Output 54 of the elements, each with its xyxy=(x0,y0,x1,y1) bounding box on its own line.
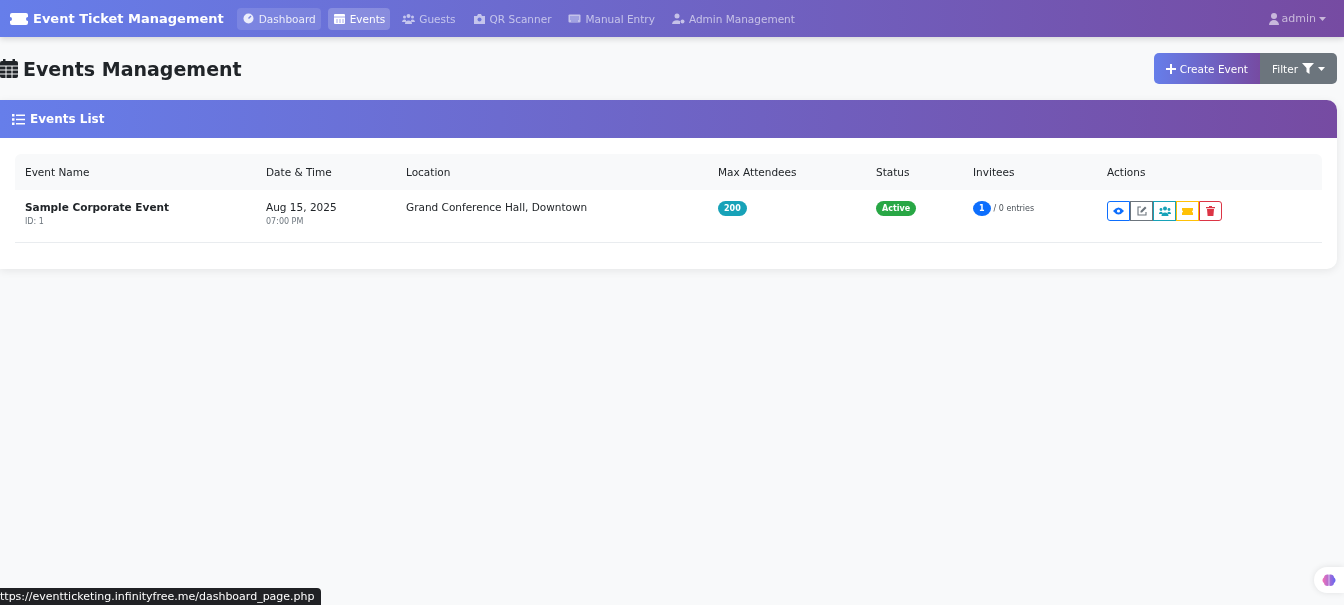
event-name: Sample Corporate Event xyxy=(25,201,170,213)
user-gear-icon xyxy=(671,13,685,24)
user-icon xyxy=(1268,12,1279,25)
event-location: Grand Conference Hall, Downtown xyxy=(406,201,588,213)
brain-icon xyxy=(1322,573,1336,587)
nav-link[interactable]: Guests xyxy=(397,7,461,30)
filter-icon xyxy=(1302,63,1314,74)
event-date: Aug 15, 2025 xyxy=(266,201,338,213)
invitee-count-badge: 1 xyxy=(973,201,991,216)
column-header: Actions xyxy=(1106,166,1147,178)
delete-button[interactable] xyxy=(1199,201,1222,221)
column-header: Invitees xyxy=(972,166,1016,178)
users-icon xyxy=(402,13,416,24)
camera-icon xyxy=(472,13,486,24)
event-time: 07:00 PM xyxy=(266,217,305,226)
column-header: Date & Time xyxy=(265,166,333,178)
edit-button[interactable] xyxy=(1130,201,1153,221)
calendar-icon xyxy=(332,13,346,24)
entries-count: / 0 entries xyxy=(993,204,1035,213)
ticket-icon xyxy=(10,12,28,25)
column-header: Location xyxy=(405,166,452,178)
column-header: Status xyxy=(875,166,911,178)
event-id: ID: 1 xyxy=(25,217,45,226)
nav-link[interactable]: QR Scanner xyxy=(467,7,557,30)
page-title: Events Management xyxy=(0,57,242,80)
caret-icon xyxy=(1319,16,1326,21)
column-header: Event Name xyxy=(24,166,91,178)
list-icon xyxy=(12,113,25,125)
status-badge: Active xyxy=(876,201,917,216)
column-header: Max Attendees xyxy=(717,166,798,178)
gauge-icon xyxy=(241,13,255,24)
filter-button[interactable]: Filter xyxy=(1260,53,1337,84)
card-title: Events List xyxy=(30,112,105,126)
status-bar-url: ttps://eventticketing.infinityfree.me/dashboard_page.php xyxy=(0,588,321,605)
nav-link[interactable]: Admin Management xyxy=(666,7,800,30)
caret-icon xyxy=(1318,66,1325,71)
calendar-icon xyxy=(0,59,18,78)
nav-link[interactable]: Events xyxy=(327,7,391,30)
keyboard-icon xyxy=(568,13,582,24)
user-menu[interactable]: admin xyxy=(1268,12,1326,25)
create-event-button[interactable]: Create Event xyxy=(1153,53,1260,84)
guests-button[interactable] xyxy=(1153,201,1176,221)
trash-icon xyxy=(1206,206,1215,216)
eye-icon xyxy=(1113,207,1124,215)
nav-link[interactable]: Dashboard xyxy=(236,7,321,30)
plus-icon xyxy=(1165,63,1176,74)
assistant-button[interactable] xyxy=(1314,567,1344,593)
edit-icon xyxy=(1136,206,1147,216)
ticket-icon xyxy=(1182,207,1193,215)
view-button[interactable] xyxy=(1107,201,1130,221)
nav-link[interactable]: Manual Entry xyxy=(563,7,660,30)
users-icon xyxy=(1158,206,1171,216)
brand-link[interactable]: Event Ticket Management xyxy=(10,11,224,26)
attendees-badge: 200 xyxy=(718,201,747,216)
